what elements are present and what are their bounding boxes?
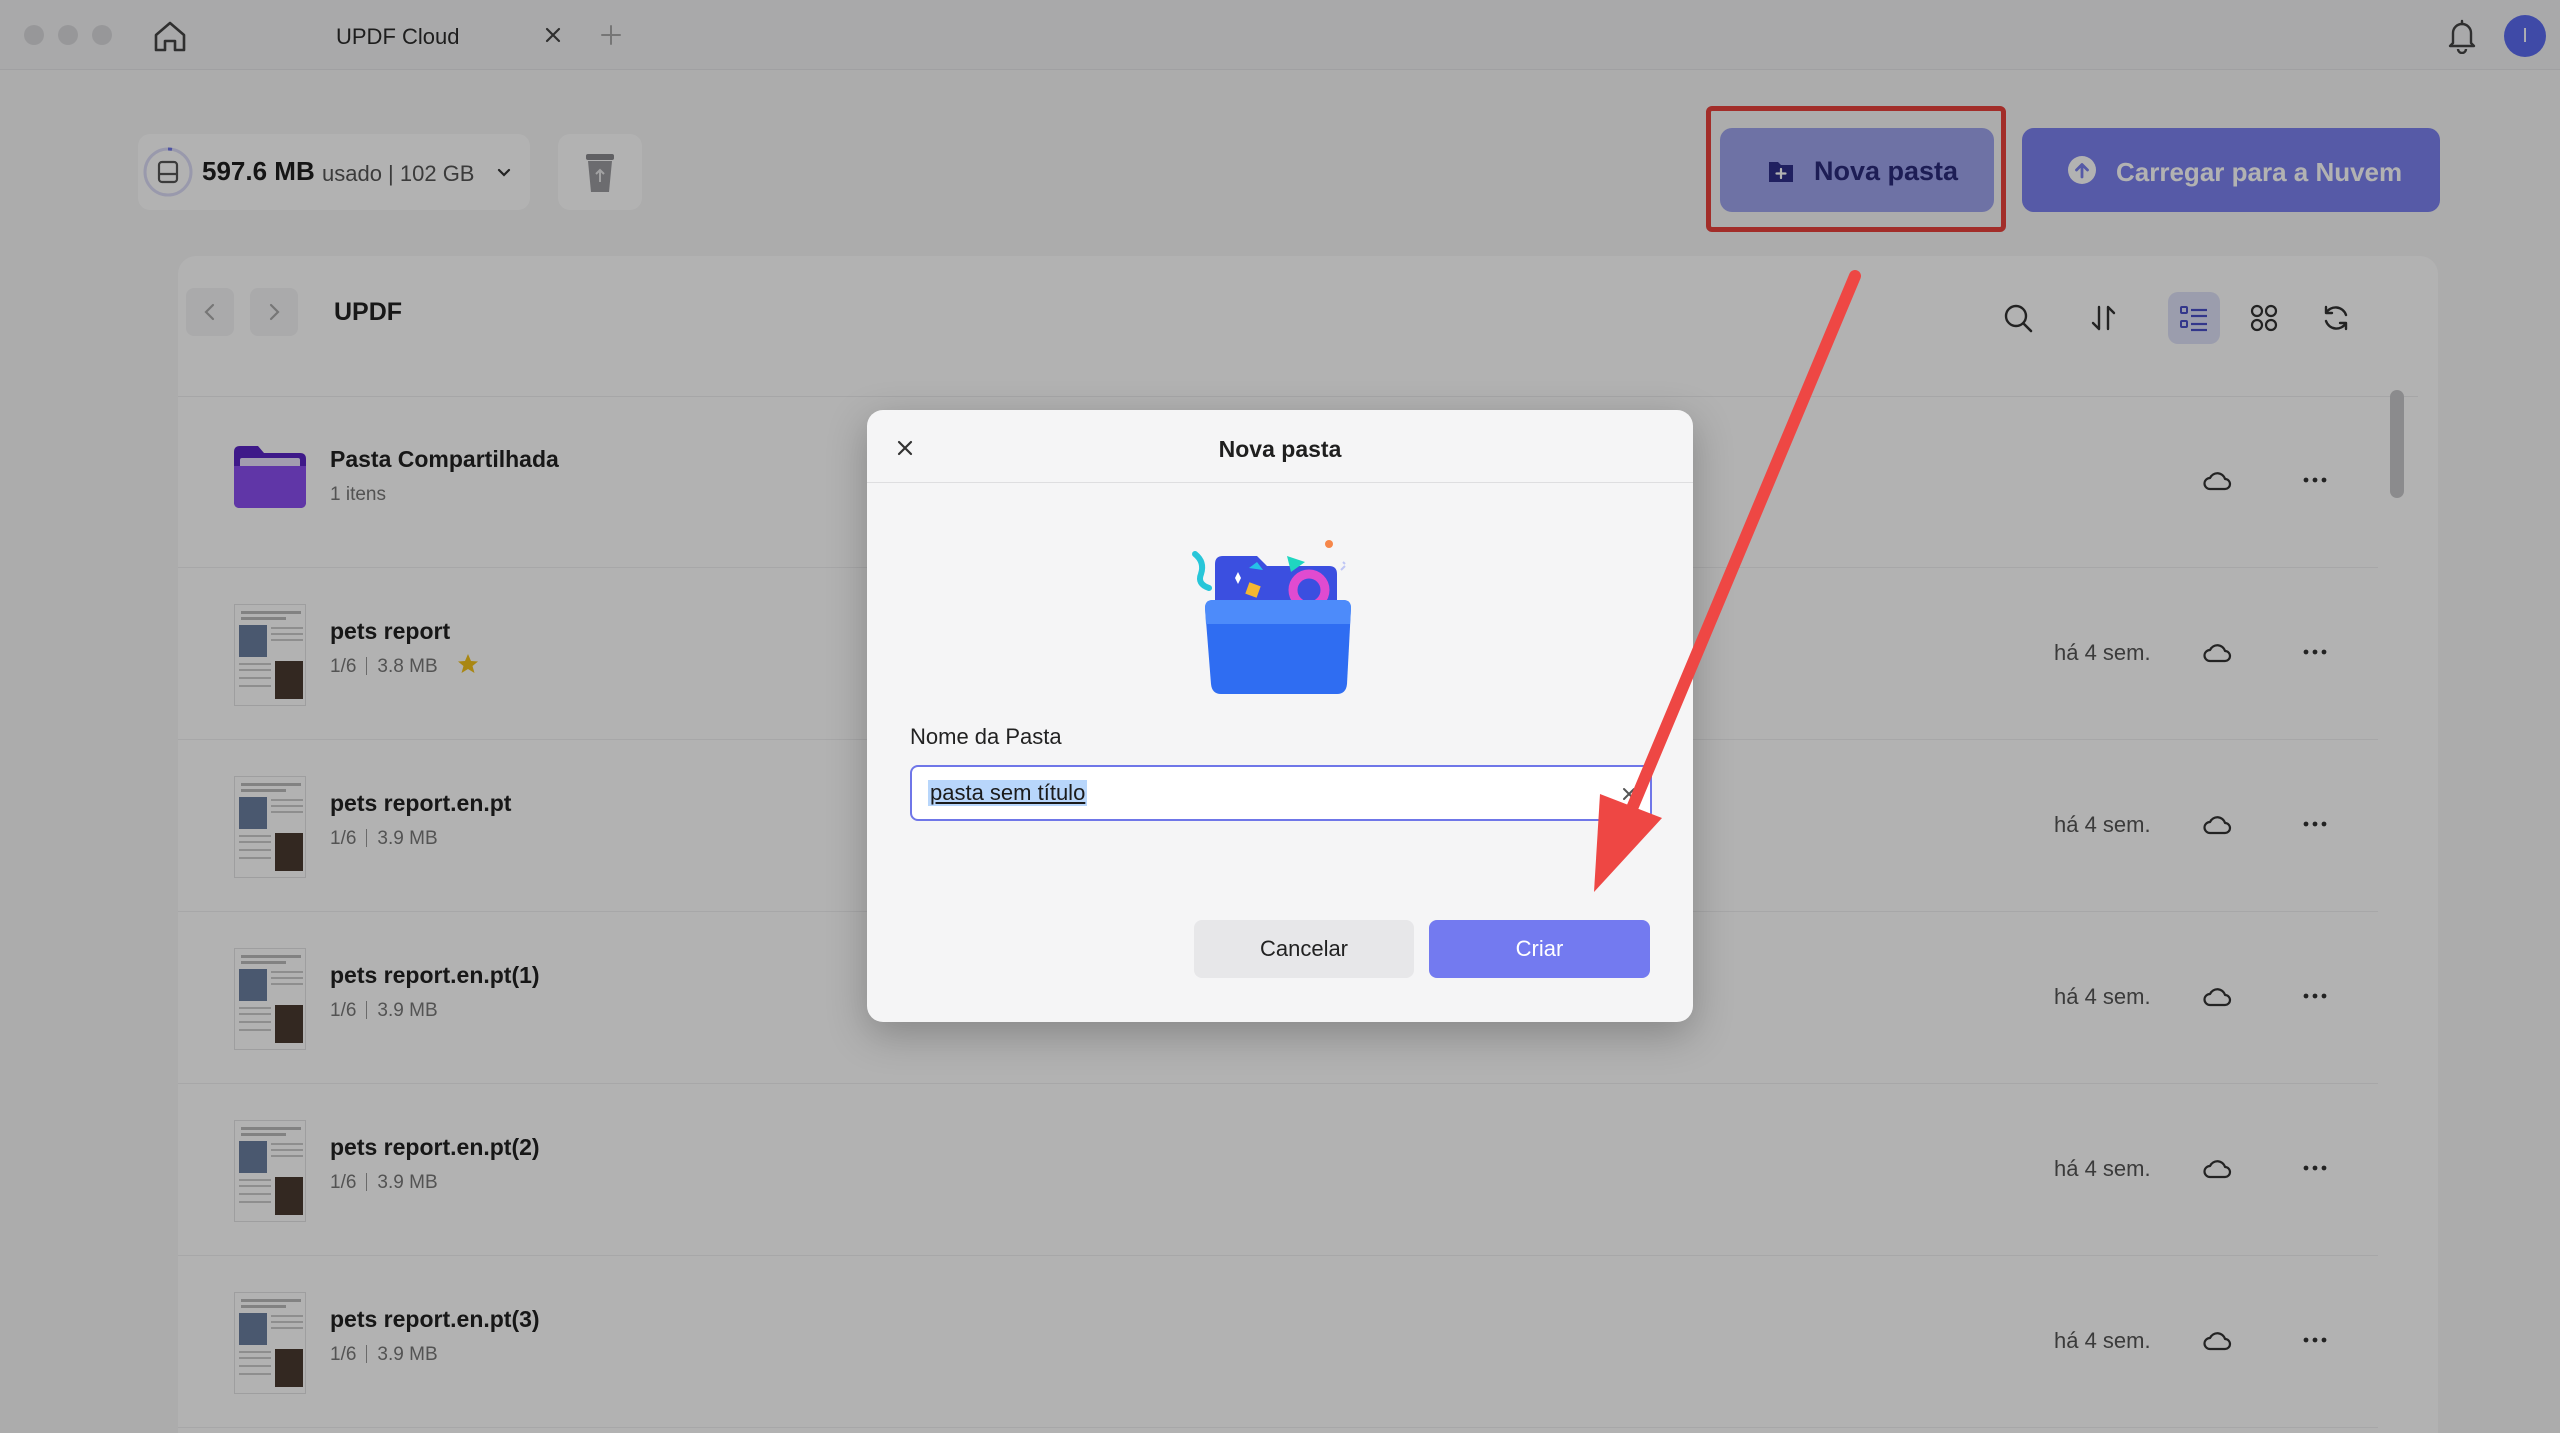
clear-input-icon[interactable]	[1620, 785, 1638, 803]
folder-name-label: Nome da Pasta	[910, 724, 1062, 749]
folder-illustration-icon	[1179, 534, 1379, 698]
create-button[interactable]: Criar	[1429, 920, 1650, 978]
folder-name-value: pasta sem título	[928, 780, 1088, 806]
folder-name-input[interactable]: pasta sem título	[910, 765, 1652, 821]
new-folder-dialog: Nova pasta Nome da Pasta pasta sem títul…	[867, 410, 1693, 1022]
cancel-button[interactable]: Cancelar	[1194, 920, 1414, 978]
dialog-divider	[867, 482, 1693, 483]
dialog-title: Nova pasta	[1218, 436, 1342, 462]
